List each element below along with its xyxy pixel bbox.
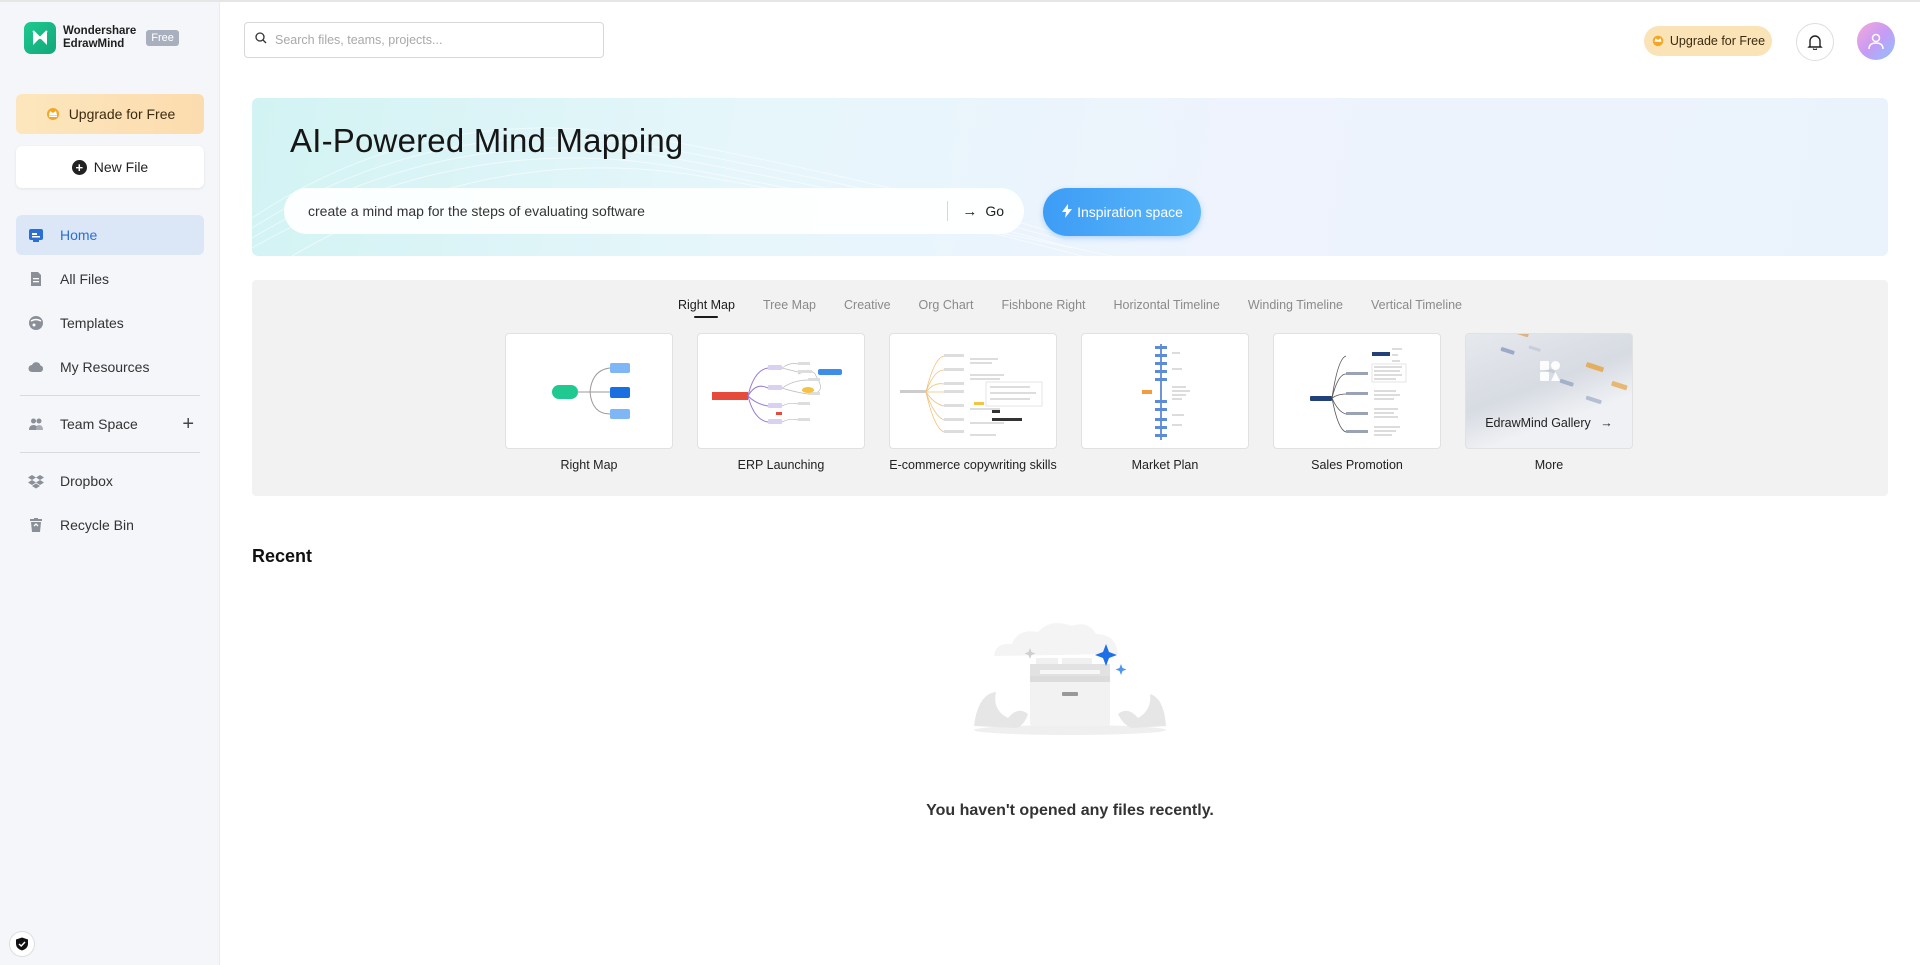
brand[interactable]: Wondershare EdrawMind Free: [24, 22, 179, 54]
ai-prompt-input[interactable]: create a mind map for the steps of evalu…: [284, 188, 1024, 234]
template-card-ecommerce-copywriting[interactable]: E-commerce copywriting skills: [889, 333, 1057, 472]
sidebar: Wondershare EdrawMind Free Upgrade for F…: [0, 2, 220, 965]
go-button[interactable]: → Go: [962, 203, 1004, 220]
template-gallery: Right Map Tree Map Creative Org Chart Fi…: [252, 280, 1888, 496]
tab-right-map[interactable]: Right Map: [678, 298, 735, 318]
gallery-label: EdrawMind Gallery: [1485, 416, 1591, 430]
inspiration-label: Inspiration space: [1077, 204, 1183, 220]
team-icon: [28, 416, 44, 432]
nav-divider: [20, 452, 200, 453]
inspiration-space-button[interactable]: Inspiration space: [1043, 188, 1201, 236]
search-bar[interactable]: [244, 22, 604, 58]
plan-badge: Free: [146, 30, 179, 46]
recycle-bin-icon: [28, 517, 44, 533]
sidebar-item-label: Team Space: [60, 416, 138, 432]
arrow-right-icon: →: [1600, 416, 1613, 430]
sidebar-item-team-space[interactable]: Team Space +: [16, 404, 204, 444]
template-card-label: Right Map: [560, 458, 618, 472]
user-icon: [1868, 33, 1884, 50]
sidebar-item-label: Templates: [60, 315, 124, 331]
cloud-icon: [28, 359, 44, 375]
edrawmind-logo-icon: [24, 22, 56, 54]
gallery-thumbnail: EdrawMind Gallery →: [1465, 333, 1633, 449]
hero-title: AI-Powered Mind Mapping: [290, 122, 684, 159]
security-shield-icon[interactable]: [10, 932, 34, 956]
template-card-label: E-commerce copywriting skills: [889, 458, 1057, 472]
empty-box-illustration: [968, 614, 1172, 745]
sidebar-item-label: Recycle Bin: [60, 517, 134, 533]
lightning-icon: [1061, 203, 1073, 221]
template-card-erp-launching[interactable]: ERP Launching: [697, 333, 865, 472]
template-card-market-plan[interactable]: Market Plan: [1081, 333, 1249, 472]
sidebar-item-label: All Files: [60, 271, 110, 287]
new-file-button[interactable]: + New File: [16, 146, 204, 188]
top-upgrade-label: Upgrade for Free: [1669, 34, 1766, 48]
user-avatar[interactable]: [1857, 22, 1895, 60]
template-card-right-map[interactable]: Right Map: [505, 333, 673, 472]
templates-icon: [28, 315, 44, 331]
ai-prompt-text[interactable]: create a mind map for the steps of evalu…: [308, 203, 947, 219]
recent-section-title: Recent: [252, 546, 313, 566]
sidebar-item-dropbox[interactable]: Dropbox: [16, 461, 204, 501]
tab-org-chart[interactable]: Org Chart: [919, 298, 974, 318]
arrow-right-icon: →: [962, 202, 978, 220]
tab-creative[interactable]: Creative: [844, 298, 891, 318]
sidebar-upgrade-button[interactable]: Upgrade for Free: [16, 94, 204, 134]
tab-tree-map[interactable]: Tree Map: [763, 298, 816, 318]
ai-hero-banner: AI-Powered Mind Mapping create a mind ma…: [252, 98, 1888, 256]
prompt-separator: [947, 201, 949, 221]
tab-winding-timeline[interactable]: Winding Timeline: [1248, 298, 1343, 318]
nav-divider: [20, 395, 200, 396]
home-icon: [28, 227, 44, 243]
template-thumbnail: [697, 333, 865, 449]
notification-bell-icon[interactable]: [1796, 23, 1834, 61]
add-team-icon[interactable]: +: [182, 414, 194, 434]
sidebar-item-recycle-bin[interactable]: Recycle Bin: [16, 505, 204, 545]
template-cards: Right Map ERP Launching E-commerce copyw…: [505, 333, 1657, 472]
go-label: Go: [985, 203, 1004, 219]
template-thumbnail: [889, 333, 1057, 449]
sidebar-item-my-resources[interactable]: My Resources: [16, 347, 204, 387]
tab-horizontal-timeline[interactable]: Horizontal Timeline: [1114, 298, 1220, 318]
tab-vertical-timeline[interactable]: Vertical Timeline: [1371, 298, 1462, 318]
tab-fishbone-right[interactable]: Fishbone Right: [1001, 298, 1085, 318]
dropbox-icon: [28, 473, 44, 489]
template-thumbnail: [1273, 333, 1441, 449]
search-icon: [255, 31, 267, 49]
gallery-link[interactable]: EdrawMind Gallery →: [1466, 416, 1632, 430]
sidebar-item-home[interactable]: Home: [16, 215, 204, 255]
sidebar-item-label: Dropbox: [60, 473, 113, 489]
template-thumbnail: [505, 333, 673, 449]
template-card-sales-promotion[interactable]: Sales Promotion: [1273, 333, 1441, 472]
search-input[interactable]: [275, 33, 575, 47]
template-card-label: Sales Promotion: [1311, 458, 1403, 472]
template-thumbnail: [1081, 333, 1249, 449]
sidebar-upgrade-label: Upgrade for Free: [68, 106, 176, 122]
sidebar-item-label: My Resources: [60, 359, 150, 375]
sidebar-item-label: Home: [60, 227, 98, 243]
template-card-label: Market Plan: [1131, 458, 1199, 472]
top-upgrade-button[interactable]: Upgrade for Free: [1644, 26, 1772, 56]
file-icon: [28, 271, 44, 287]
crown-icon: [45, 105, 61, 124]
template-card-label: ERP Launching: [737, 458, 825, 472]
template-card-label: More: [1534, 458, 1564, 472]
sidebar-item-all-files[interactable]: All Files: [16, 259, 204, 299]
empty-recent-message: You haven't opened any files recently.: [926, 802, 1214, 819]
template-card-more[interactable]: EdrawMind Gallery → More: [1465, 333, 1633, 472]
sidebar-item-templates[interactable]: Templates: [16, 303, 204, 343]
plus-circle-icon: +: [71, 159, 87, 175]
template-tabs: Right Map Tree Map Creative Org Chart Fi…: [252, 298, 1888, 318]
new-file-label: New File: [93, 159, 149, 175]
crown-icon: [1651, 33, 1665, 50]
main-nav: Home All Files Templates My Resources Te…: [16, 215, 204, 549]
brand-name: Wondershare EdrawMind: [63, 25, 137, 50]
